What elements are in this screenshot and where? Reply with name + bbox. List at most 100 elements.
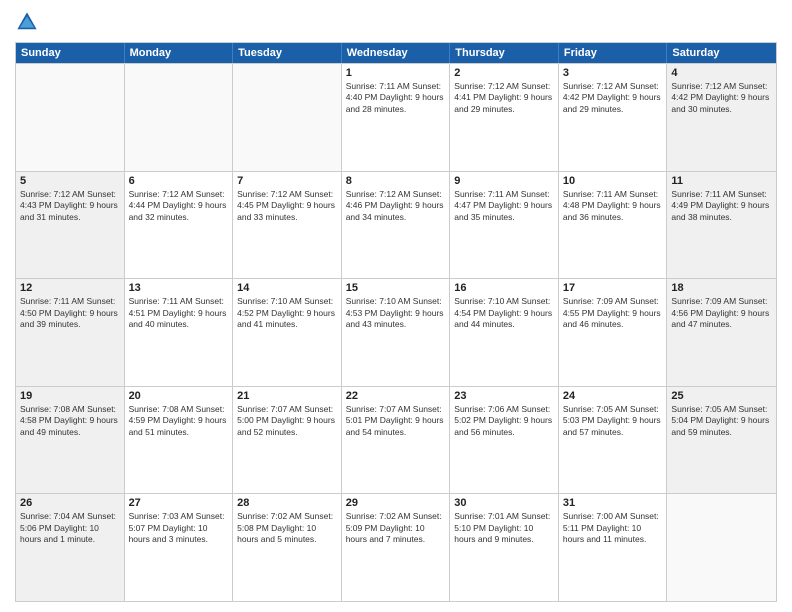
cell-text: Sunrise: 7:00 AM Sunset: 5:11 PM Dayligh… bbox=[563, 511, 663, 545]
cell-text: Sunrise: 7:10 AM Sunset: 4:53 PM Dayligh… bbox=[346, 296, 446, 330]
cal-cell: 20 Sunrise: 7:08 AM Sunset: 4:59 PM Dayli… bbox=[125, 387, 234, 494]
cell-text: Sunrise: 7:11 AM Sunset: 4:48 PM Dayligh… bbox=[563, 189, 663, 223]
cal-cell: 9 Sunrise: 7:11 AM Sunset: 4:47 PM Daylig… bbox=[450, 172, 559, 279]
day-number: 12 bbox=[20, 282, 120, 294]
cell-text: Sunrise: 7:05 AM Sunset: 5:04 PM Dayligh… bbox=[671, 404, 772, 438]
cell-text: Sunrise: 7:10 AM Sunset: 4:52 PM Dayligh… bbox=[237, 296, 337, 330]
cell-text: Sunrise: 7:01 AM Sunset: 5:10 PM Dayligh… bbox=[454, 511, 554, 545]
day-number: 13 bbox=[129, 282, 229, 294]
calendar-header: SundayMondayTuesdayWednesdayThursdayFrid… bbox=[16, 43, 776, 63]
cell-text: Sunrise: 7:11 AM Sunset: 4:40 PM Dayligh… bbox=[346, 81, 446, 115]
day-number: 15 bbox=[346, 282, 446, 294]
day-number: 8 bbox=[346, 175, 446, 187]
day-number: 25 bbox=[671, 390, 772, 402]
day-number: 5 bbox=[20, 175, 120, 187]
header-cell-sunday: Sunday bbox=[16, 43, 125, 63]
cal-cell: 25 Sunrise: 7:05 AM Sunset: 5:04 PM Dayli… bbox=[667, 387, 776, 494]
cal-cell: 19Sunrise: 7:08 AM Sunset: 4:58 PM Dayli… bbox=[16, 387, 125, 494]
day-number: 9 bbox=[454, 175, 554, 187]
header-cell-friday: Friday bbox=[559, 43, 668, 63]
cell-text: Sunrise: 7:11 AM Sunset: 4:50 PM Dayligh… bbox=[20, 296, 120, 330]
cal-cell: 17 Sunrise: 7:09 AM Sunset: 4:55 PM Dayli… bbox=[559, 279, 668, 386]
cal-cell: 29 Sunrise: 7:02 AM Sunset: 5:09 PM Dayli… bbox=[342, 494, 451, 601]
cell-text: Sunrise: 7:11 AM Sunset: 4:47 PM Dayligh… bbox=[454, 189, 554, 223]
header-cell-wednesday: Wednesday bbox=[342, 43, 451, 63]
day-number: 18 bbox=[671, 282, 772, 294]
day-number: 27 bbox=[129, 497, 229, 509]
cal-cell: 13 Sunrise: 7:11 AM Sunset: 4:51 PM Dayli… bbox=[125, 279, 234, 386]
day-number: 1 bbox=[346, 67, 446, 79]
cell-text: Sunrise: 7:02 AM Sunset: 5:09 PM Dayligh… bbox=[346, 511, 446, 545]
cell-text: Sunrise: 7:10 AM Sunset: 4:54 PM Dayligh… bbox=[454, 296, 554, 330]
day-number: 21 bbox=[237, 390, 337, 402]
cal-cell: 24 Sunrise: 7:05 AM Sunset: 5:03 PM Dayli… bbox=[559, 387, 668, 494]
day-number: 4 bbox=[671, 67, 772, 79]
cell-text: Sunrise: 7:11 AM Sunset: 4:51 PM Dayligh… bbox=[129, 296, 229, 330]
cal-cell: 15 Sunrise: 7:10 AM Sunset: 4:53 PM Dayli… bbox=[342, 279, 451, 386]
cal-cell bbox=[125, 64, 234, 171]
logo bbox=[15, 10, 43, 34]
cell-text: Sunrise: 7:07 AM Sunset: 5:01 PM Dayligh… bbox=[346, 404, 446, 438]
day-number: 19 bbox=[20, 390, 120, 402]
week-row-4: 26 Sunrise: 7:04 AM Sunset: 5:06 PM Dayli… bbox=[16, 493, 776, 601]
day-number: 22 bbox=[346, 390, 446, 402]
day-number: 11 bbox=[671, 175, 772, 187]
week-row-1: 5 Sunrise: 7:12 AM Sunset: 4:43 PM Daylig… bbox=[16, 171, 776, 279]
cell-text: Sunrise: 7:04 AM Sunset: 5:06 PM Dayligh… bbox=[20, 511, 120, 545]
cell-text: Sunrise: 7:11 AM Sunset: 4:49 PM Dayligh… bbox=[671, 189, 772, 223]
cal-cell: 31Sunrise: 7:00 AM Sunset: 5:11 PM Dayli… bbox=[559, 494, 668, 601]
day-number: 7 bbox=[237, 175, 337, 187]
cal-cell: 16 Sunrise: 7:10 AM Sunset: 4:54 PM Dayli… bbox=[450, 279, 559, 386]
day-number: 30 bbox=[454, 497, 554, 509]
cal-cell: 18 Sunrise: 7:09 AM Sunset: 4:56 PM Dayli… bbox=[667, 279, 776, 386]
cal-cell: 14 Sunrise: 7:10 AM Sunset: 4:52 PM Dayli… bbox=[233, 279, 342, 386]
header-cell-monday: Monday bbox=[125, 43, 234, 63]
week-row-3: 19Sunrise: 7:08 AM Sunset: 4:58 PM Dayli… bbox=[16, 386, 776, 494]
day-number: 29 bbox=[346, 497, 446, 509]
cal-cell: 12 Sunrise: 7:11 AM Sunset: 4:50 PM Dayli… bbox=[16, 279, 125, 386]
day-number: 17 bbox=[563, 282, 663, 294]
cell-text: Sunrise: 7:12 AM Sunset: 4:46 PM Dayligh… bbox=[346, 189, 446, 223]
calendar-body: 1 Sunrise: 7:11 AM Sunset: 4:40 PM Daylig… bbox=[16, 63, 776, 601]
day-number: 23 bbox=[454, 390, 554, 402]
day-number: 14 bbox=[237, 282, 337, 294]
cell-text: Sunrise: 7:09 AM Sunset: 4:55 PM Dayligh… bbox=[563, 296, 663, 330]
cell-text: Sunrise: 7:05 AM Sunset: 5:03 PM Dayligh… bbox=[563, 404, 663, 438]
cal-cell: 1 Sunrise: 7:11 AM Sunset: 4:40 PM Daylig… bbox=[342, 64, 451, 171]
day-number: 28 bbox=[237, 497, 337, 509]
day-number: 2 bbox=[454, 67, 554, 79]
day-number: 24 bbox=[563, 390, 663, 402]
cal-cell: 11 Sunrise: 7:11 AM Sunset: 4:49 PM Dayli… bbox=[667, 172, 776, 279]
cal-cell bbox=[16, 64, 125, 171]
cal-cell: 23 Sunrise: 7:06 AM Sunset: 5:02 PM Dayli… bbox=[450, 387, 559, 494]
cell-text: Sunrise: 7:12 AM Sunset: 4:42 PM Dayligh… bbox=[671, 81, 772, 115]
cell-text: Sunrise: 7:09 AM Sunset: 4:56 PM Dayligh… bbox=[671, 296, 772, 330]
day-number: 26 bbox=[20, 497, 120, 509]
cal-cell: 10Sunrise: 7:11 AM Sunset: 4:48 PM Dayli… bbox=[559, 172, 668, 279]
cell-text: Sunrise: 7:07 AM Sunset: 5:00 PM Dayligh… bbox=[237, 404, 337, 438]
cal-cell: 22 Sunrise: 7:07 AM Sunset: 5:01 PM Dayli… bbox=[342, 387, 451, 494]
day-number: 20 bbox=[129, 390, 229, 402]
cal-cell: 8 Sunrise: 7:12 AM Sunset: 4:46 PM Daylig… bbox=[342, 172, 451, 279]
cal-cell: 3 Sunrise: 7:12 AM Sunset: 4:42 PM Daylig… bbox=[559, 64, 668, 171]
cell-text: Sunrise: 7:06 AM Sunset: 5:02 PM Dayligh… bbox=[454, 404, 554, 438]
cell-text: Sunrise: 7:12 AM Sunset: 4:43 PM Dayligh… bbox=[20, 189, 120, 223]
cal-cell: 26 Sunrise: 7:04 AM Sunset: 5:06 PM Dayli… bbox=[16, 494, 125, 601]
logo-icon bbox=[15, 10, 39, 34]
cal-cell bbox=[667, 494, 776, 601]
cal-cell: 27Sunrise: 7:03 AM Sunset: 5:07 PM Dayli… bbox=[125, 494, 234, 601]
cell-text: Sunrise: 7:08 AM Sunset: 4:59 PM Dayligh… bbox=[129, 404, 229, 438]
day-number: 6 bbox=[129, 175, 229, 187]
header-cell-saturday: Saturday bbox=[667, 43, 776, 63]
cell-text: Sunrise: 7:12 AM Sunset: 4:41 PM Dayligh… bbox=[454, 81, 554, 115]
header-cell-thursday: Thursday bbox=[450, 43, 559, 63]
header-cell-tuesday: Tuesday bbox=[233, 43, 342, 63]
cell-text: Sunrise: 7:12 AM Sunset: 4:42 PM Dayligh… bbox=[563, 81, 663, 115]
cell-text: Sunrise: 7:12 AM Sunset: 4:45 PM Dayligh… bbox=[237, 189, 337, 223]
cal-cell bbox=[233, 64, 342, 171]
day-number: 3 bbox=[563, 67, 663, 79]
day-number: 16 bbox=[454, 282, 554, 294]
cal-cell: 30 Sunrise: 7:01 AM Sunset: 5:10 PM Dayli… bbox=[450, 494, 559, 601]
week-row-0: 1 Sunrise: 7:11 AM Sunset: 4:40 PM Daylig… bbox=[16, 63, 776, 171]
week-row-2: 12 Sunrise: 7:11 AM Sunset: 4:50 PM Dayli… bbox=[16, 278, 776, 386]
